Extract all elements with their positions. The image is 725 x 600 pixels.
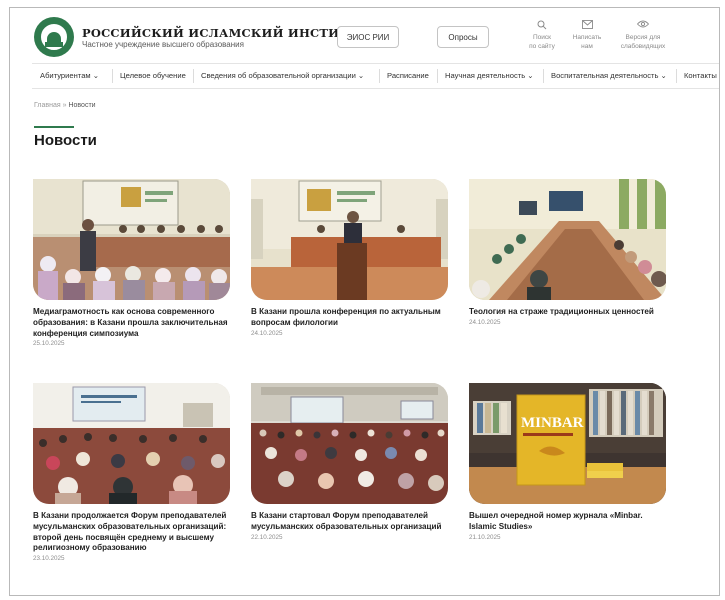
news-date: 21.10.2025	[469, 533, 501, 541]
nav-item-science[interactable]: Научная деятельность ⌄	[445, 64, 534, 88]
breadcrumb-current: Новости	[68, 102, 96, 109]
write-line2: нам	[581, 43, 593, 50]
news-date: 23.10.2025	[33, 555, 65, 563]
nav-item-applicants[interactable]: Абитуриентам ⌄	[40, 64, 99, 88]
news-title[interactable]: В Казани стартовал Форум преподавателей …	[251, 511, 448, 533]
org-name[interactable]: РОССИЙСКИЙ ИСЛАМСКИЙ ИНСТИТУТ	[82, 26, 366, 40]
title-accent-bar	[34, 126, 74, 128]
org-subtitle: Частное учреждение высшего образования	[82, 40, 244, 49]
news-title[interactable]: Вышел очередной номер журнала «Minbar. I…	[469, 511, 666, 533]
news-card[interactable]: MINBAR Вышел очередной номер журнала «Mi…	[469, 383, 666, 541]
news-title[interactable]: В Казани продолжается Форум преподавател…	[33, 511, 230, 554]
conference-hall-photo	[33, 179, 230, 300]
nav-item-contacts[interactable]: Контакты	[684, 64, 717, 88]
eye-icon	[608, 20, 678, 32]
breadcrumb-home-link[interactable]: Главная	[34, 102, 61, 109]
vision-line2: слабовидящих	[620, 43, 666, 50]
forum-audience-photo	[33, 383, 230, 504]
nav-item-education-work[interactable]: Воспитательная деятельность ⌄	[551, 64, 667, 88]
journal-cover-photo: MINBAR	[469, 383, 666, 504]
main-nav: Абитуриентам ⌄ Целевое обучение Сведения…	[32, 63, 719, 89]
nav-item-target-training[interactable]: Целевое обучение	[120, 64, 186, 88]
news-card[interactable]: В Казани прошла конференция по актуальны…	[251, 179, 448, 337]
nav-divider	[437, 69, 438, 83]
news-photo[interactable]	[33, 179, 230, 300]
news-date: 25.10.2025	[33, 340, 65, 348]
news-photo[interactable]: MINBAR	[469, 383, 666, 504]
nav-item-org-info[interactable]: Сведения об образовательной организации …	[201, 64, 364, 88]
lecture-hall-photo	[251, 179, 448, 300]
breadcrumb: Главная » Новости	[34, 102, 96, 109]
vision-line1: Версия для	[625, 34, 661, 41]
news-date: 22.10.2025	[251, 533, 283, 541]
news-card[interactable]: Теология на страже традиционных ценносте…	[469, 179, 666, 326]
page-title: Новости	[34, 132, 97, 149]
news-photo[interactable]	[33, 383, 230, 504]
search-line1: Поиск	[532, 34, 551, 41]
meeting-room-photo	[469, 179, 666, 300]
search-line2: по сайту	[529, 43, 555, 50]
news-photo[interactable]	[251, 383, 448, 504]
news-photo[interactable]	[469, 179, 666, 300]
breadcrumb-separator: »	[62, 102, 67, 109]
nav-divider	[193, 69, 194, 83]
news-card[interactable]: В Казани продолжается Форум преподавател…	[33, 383, 230, 562]
browser-viewport: РОССИЙСКИЙ ИСЛАМСКИЙ ИНСТИТУТ Частное уч…	[9, 7, 720, 596]
nav-divider	[379, 69, 380, 83]
low-vision-link[interactable]: Версия для слабовидящих	[608, 20, 678, 51]
logo-base-shape	[45, 42, 63, 47]
news-photo[interactable]	[251, 179, 448, 300]
news-title[interactable]: Медиаграмотность как основа современного…	[33, 307, 230, 339]
news-card[interactable]: В Казани стартовал Форум преподавателей …	[251, 383, 448, 541]
news-date: 24.10.2025	[469, 318, 501, 326]
news-card[interactable]: Медиаграмотность как основа современного…	[33, 179, 230, 347]
svg-text:MINBAR: MINBAR	[521, 415, 584, 431]
forum-opening-photo	[251, 383, 448, 504]
nav-item-schedule[interactable]: Расписание	[387, 64, 429, 88]
news-title[interactable]: Теология на страже традиционных ценносте…	[469, 307, 666, 318]
logo-emblem	[39, 22, 69, 52]
site-header: РОССИЙСКИЙ ИСЛАМСКИЙ ИНСТИТУТ Частное уч…	[10, 8, 719, 64]
write-line1: Написать	[572, 34, 602, 41]
nav-divider	[112, 69, 113, 83]
logo-dome-shape	[47, 32, 61, 42]
news-date: 24.10.2025	[251, 329, 283, 337]
eios-button[interactable]: ЭИОС РИИ	[337, 26, 399, 48]
nav-divider	[676, 69, 677, 83]
polls-button[interactable]: Опросы	[437, 26, 489, 48]
nav-divider	[543, 69, 544, 83]
institute-logo[interactable]	[34, 17, 74, 57]
news-title[interactable]: В Казани прошла конференция по актуальны…	[251, 307, 448, 329]
